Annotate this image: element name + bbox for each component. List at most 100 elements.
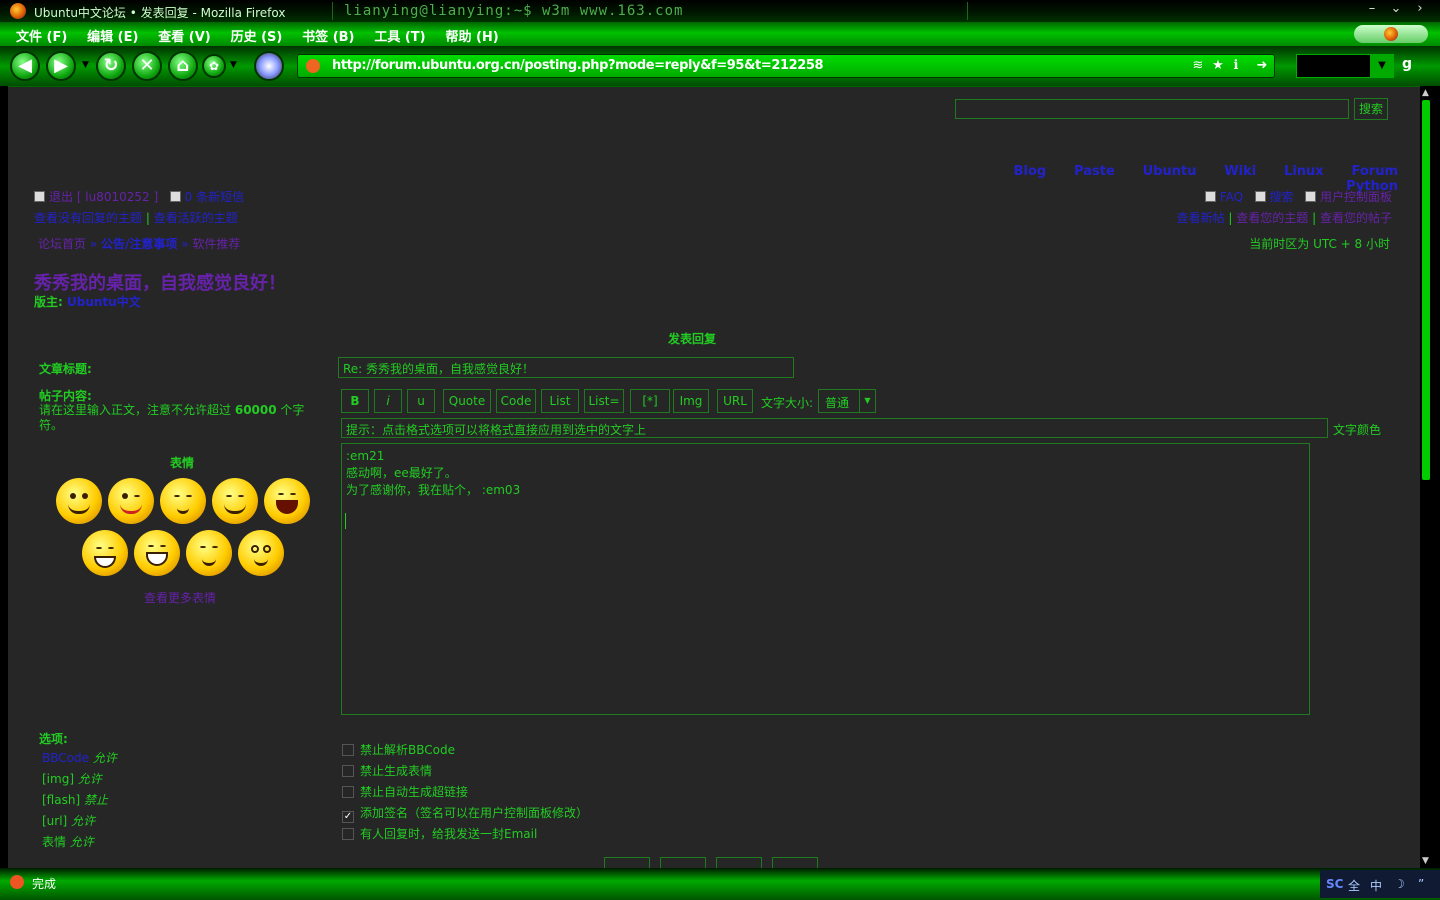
fullwidth-toggle[interactable]: 全 (1348, 877, 1360, 894)
url-button[interactable]: URL (717, 389, 753, 413)
separator: | (1228, 211, 1233, 225)
quote-button[interactable]: Quote (443, 389, 491, 413)
disable-smilies-checkbox[interactable] (342, 765, 354, 777)
smiley-wink-icon[interactable] (108, 478, 154, 524)
unanswered-link[interactable]: 查看没有回复的主题 (34, 211, 142, 225)
ordered-list-button[interactable]: List= (584, 389, 624, 413)
addon-icon[interactable]: ✿ (202, 54, 226, 78)
url-bar[interactable]: http://forum.ubuntu.org.cn/posting.php?m… (297, 54, 1275, 78)
home-icon[interactable]: ⌂ (168, 51, 198, 81)
preview-button[interactable] (716, 857, 762, 868)
menu-edit[interactable]: 编辑 (E) (79, 22, 146, 45)
go-icon[interactable]: ➜ (1254, 58, 1270, 74)
smiley-think-icon[interactable] (186, 530, 232, 576)
menu-view[interactable]: 查看 (V) (150, 22, 218, 45)
maximize-icon[interactable]: ⌄ (1388, 2, 1404, 18)
star-icon[interactable]: ★ (1210, 58, 1226, 74)
scrollbar-thumb[interactable] (1422, 100, 1430, 480)
bold-button[interactable]: B (341, 389, 369, 413)
active-topics-link[interactable]: 查看活跃的主题 (154, 211, 238, 225)
search-link[interactable]: 搜索 (1270, 190, 1294, 204)
nav-forum[interactable]: Forum (1352, 164, 1399, 179)
logout-link[interactable]: 退出 [ lu8010252 ] (49, 190, 158, 204)
nav-ubuntu[interactable]: Ubuntu (1143, 164, 1197, 179)
breadcrumb-home[interactable]: 论坛首页 (38, 237, 86, 251)
stop-icon[interactable]: ✕ (132, 51, 162, 81)
checkbox-row[interactable]: 禁止生成表情 (342, 762, 432, 779)
smiley-cry-laugh-icon[interactable] (264, 478, 310, 524)
your-posts-link[interactable]: 查看您的帖子 (1320, 211, 1392, 225)
smiley-dizzy-icon[interactable] (238, 530, 284, 576)
chinese-toggle[interactable]: 中 (1370, 877, 1382, 894)
list-item-button[interactable]: [*] (630, 389, 670, 413)
input-method-icon[interactable]: SC (1326, 877, 1343, 891)
back-icon[interactable]: ◀ (10, 51, 40, 81)
spellcheck-button[interactable] (604, 857, 650, 868)
nav-paste[interactable]: Paste (1074, 164, 1115, 179)
list-button[interactable]: List (541, 389, 579, 413)
vertical-scrollbar[interactable]: ▲ ▼ (1420, 86, 1434, 868)
new-posts-link[interactable]: 查看新帖 (1177, 211, 1225, 225)
code-button[interactable]: Code (496, 389, 536, 413)
rss-icon[interactable]: ≋ (1190, 58, 1206, 74)
topic-title[interactable]: 秀秀我的桌面，自我感觉良好！ (34, 269, 286, 295)
menu-tools[interactable]: 工具 (T) (366, 22, 433, 45)
forward-icon[interactable]: ▶ (46, 51, 76, 81)
checkbox-row[interactable]: 有人回复时，给我发送一封Email (342, 825, 537, 842)
search-dropdown-icon[interactable]: ▼ (1370, 54, 1394, 78)
italic-button[interactable]: i (374, 389, 402, 413)
smiley-grin-icon[interactable] (134, 530, 180, 576)
history-dropdown-icon[interactable]: ▼ (82, 60, 89, 70)
new-messages-link[interactable]: 0 条新短信 (185, 190, 244, 204)
url-text[interactable]: http://forum.ubuntu.org.cn/posting.php?m… (332, 58, 824, 73)
minimize-icon[interactable]: – (1364, 2, 1380, 18)
attach-signature-checkbox[interactable]: ✓ (342, 811, 354, 823)
scroll-down-icon[interactable]: ▼ (1422, 856, 1429, 866)
underline-button[interactable]: u (407, 389, 435, 413)
submit-button[interactable] (660, 857, 706, 868)
smiley-shy-icon[interactable] (160, 478, 206, 524)
cancel-button[interactable] (772, 857, 818, 868)
breadcrumb-announcements[interactable]: 公告/注意事项 (101, 237, 177, 251)
menu-history[interactable]: 历史 (S) (223, 22, 291, 45)
info-icon[interactable]: ℹ (1228, 58, 1244, 74)
disable-magic-url-checkbox[interactable] (342, 786, 354, 798)
bbcode-link[interactable]: BBCode (42, 751, 89, 765)
checkbox-row[interactable]: ✓ 添加签名（签名可以在用户控制面板修改） (342, 804, 588, 823)
reload-icon[interactable]: ↻ (96, 51, 126, 81)
smiley-laugh-icon[interactable] (212, 478, 258, 524)
site-search-button[interactable]: 搜索 (1354, 98, 1388, 120)
notify-checkbox[interactable] (342, 828, 354, 840)
nav-wiki[interactable]: Wiki (1224, 164, 1256, 179)
globe-icon[interactable] (254, 51, 284, 81)
faq-link[interactable]: FAQ (1220, 190, 1243, 204)
menu-bookmarks[interactable]: 书签 (B) (294, 22, 362, 45)
message-textarea[interactable]: :em21 感动啊，ee最好了。 为了感谢你，我在贴个， :em03 (341, 443, 1310, 715)
breadcrumb-software[interactable]: 软件推荐 (192, 237, 240, 251)
form-buttons (604, 857, 828, 868)
menu-file[interactable]: 文件 (F) (8, 22, 75, 45)
img-button[interactable]: Img (673, 389, 709, 413)
nav-blog[interactable]: Blog (1014, 164, 1047, 179)
ucp-link[interactable]: 用户控制面板 (1320, 190, 1392, 204)
subject-input[interactable]: Re: 秀秀我的桌面，自我感觉良好！ (338, 357, 794, 378)
moon-icon[interactable]: ☽ (1394, 877, 1405, 891)
checkbox-row[interactable]: 禁止自动生成超链接 (342, 783, 468, 800)
google-icon[interactable]: g (1402, 56, 1420, 74)
menu-help[interactable]: 帮助 (H) (437, 22, 506, 45)
site-search-input[interactable] (955, 99, 1349, 119)
status-bar: 完成 SC 全 中 ☽ ” (0, 868, 1440, 900)
addon-dropdown-icon[interactable]: ▼ (230, 60, 237, 70)
disable-bbcode-checkbox[interactable] (342, 744, 354, 756)
font-size-select[interactable]: 普通 ▼ (818, 389, 876, 413)
smiley-icon[interactable] (56, 478, 102, 524)
checkbox-row[interactable]: 禁止解析BBCode (342, 741, 455, 758)
moderator-link[interactable]: Ubuntu中文 (67, 295, 141, 309)
punctuation-icon[interactable]: ” (1418, 877, 1424, 891)
nav-linux[interactable]: Linux (1284, 164, 1324, 179)
more-smilies-link[interactable]: 查看更多表情 (144, 589, 216, 606)
your-topics-link[interactable]: 查看您的主题 (1236, 211, 1308, 225)
smiley-sweat-icon[interactable] (82, 530, 128, 576)
close-window-icon[interactable]: › (1412, 2, 1428, 18)
scroll-up-icon[interactable]: ▲ (1422, 88, 1429, 98)
